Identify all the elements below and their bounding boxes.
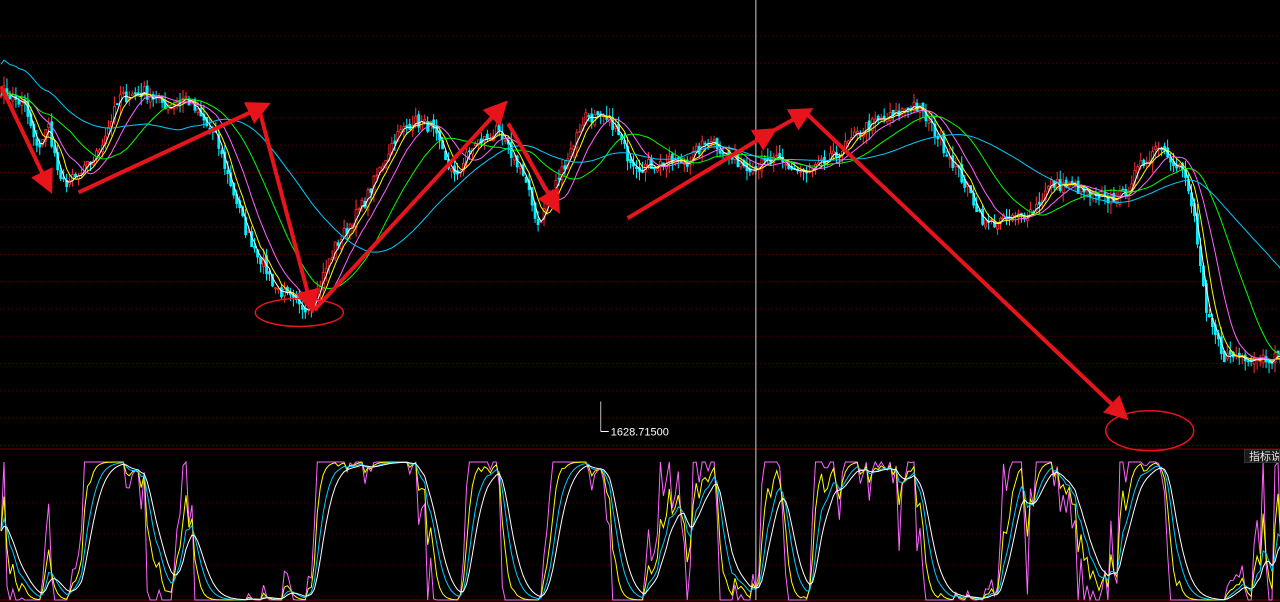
- candle-body: [485, 133, 489, 139]
- candle-body: [984, 219, 988, 228]
- candle-body: [563, 165, 567, 170]
- candle-body: [996, 223, 999, 230]
- candle-body: [283, 288, 286, 296]
- candle-body: [259, 257, 262, 265]
- candle-body: [873, 118, 877, 122]
- candle-body: [706, 144, 710, 147]
- candle-body: [148, 96, 152, 103]
- candle-body: [336, 242, 340, 247]
- candle-body: [775, 154, 779, 157]
- candle-body: [590, 113, 594, 123]
- candle-body: [133, 92, 137, 95]
- candle-body: [578, 130, 582, 133]
- candle-body: [38, 143, 42, 148]
- candle-body: [121, 91, 125, 94]
- low-price-label: 1628.71500: [611, 427, 669, 439]
- highlight-ellipse: [1104, 410, 1195, 452]
- candlestick-chart[interactable]: 1628.71500: [0, 0, 1280, 602]
- candle-body: [196, 108, 200, 113]
- trend-arrow: [255, 102, 319, 314]
- candle-body: [47, 123, 51, 129]
- candle-body: [497, 123, 501, 131]
- candle-body: [115, 103, 119, 106]
- candle-body: [503, 139, 507, 142]
- candle-body: [1121, 188, 1125, 191]
- candle-body: [468, 150, 471, 153]
- candle-body: [59, 170, 63, 179]
- candle-body: [166, 107, 170, 111]
- candle-body: [557, 177, 561, 180]
- candle-body: [375, 174, 379, 177]
- candle-body: [450, 168, 453, 172]
- candle-body: [927, 119, 931, 124]
- candle-body: [718, 150, 722, 154]
- candle-body: [635, 166, 638, 170]
- candle-body: [17, 100, 21, 105]
- candle-body: [74, 173, 77, 178]
- candle-body: [1154, 146, 1158, 150]
- candle-body: [399, 129, 403, 133]
- candle-body: [500, 132, 504, 140]
- candle-body: [423, 119, 427, 122]
- candle-body: [1228, 350, 1232, 355]
- moving-average-line: [0, 89, 1280, 356]
- candle-body: [569, 148, 573, 157]
- candle-body: [799, 171, 803, 173]
- candle-body: [357, 208, 361, 210]
- candle-body: [1160, 148, 1164, 151]
- candle-body: [587, 115, 591, 118]
- candle-body: [739, 162, 743, 168]
- indicator-line: [0, 461, 1280, 601]
- candle-body: [414, 115, 418, 125]
- candle-body: [596, 111, 600, 116]
- candle-body: [536, 218, 540, 226]
- candle-body: [0, 94, 3, 97]
- candle-body: [226, 170, 230, 174]
- candle-body: [420, 120, 424, 131]
- candle-body: [405, 125, 409, 128]
- candle-body: [948, 157, 952, 160]
- candle-body: [1103, 192, 1107, 196]
- candle-body: [721, 152, 725, 155]
- candle-body: [393, 140, 397, 144]
- indicator-tab-label[interactable]: 指标说: [1244, 449, 1280, 463]
- moving-average-line: [0, 89, 1280, 361]
- candle-body: [832, 150, 835, 155]
- candle-body: [852, 131, 856, 137]
- candle-body: [784, 163, 788, 166]
- candle-body: [274, 287, 277, 290]
- candle-body: [130, 93, 134, 97]
- candle-body: [1246, 360, 1250, 363]
- candle-body: [324, 268, 328, 273]
- candle-body: [1046, 186, 1050, 190]
- trend-arrow: [769, 108, 814, 134]
- candle-body: [858, 133, 862, 137]
- candle-body: [512, 155, 516, 161]
- candle-body: [1207, 314, 1211, 318]
- candle-body: [220, 150, 224, 154]
- candle-body: [524, 176, 528, 183]
- candle-body: [253, 245, 257, 249]
- candle-body: [369, 188, 373, 193]
- moving-average-line: [0, 89, 1280, 361]
- candle-body: [280, 287, 283, 298]
- candle-body: [703, 142, 707, 145]
- candle-body: [629, 158, 632, 163]
- trend-arrow: [805, 112, 1129, 421]
- candle-body: [8, 94, 12, 100]
- candle-body: [945, 154, 949, 157]
- candle-body: [184, 95, 188, 99]
- candle-body: [35, 138, 39, 146]
- candle-body: [1037, 201, 1041, 205]
- candle-body: [518, 166, 522, 169]
- trend-arrow: [312, 100, 508, 312]
